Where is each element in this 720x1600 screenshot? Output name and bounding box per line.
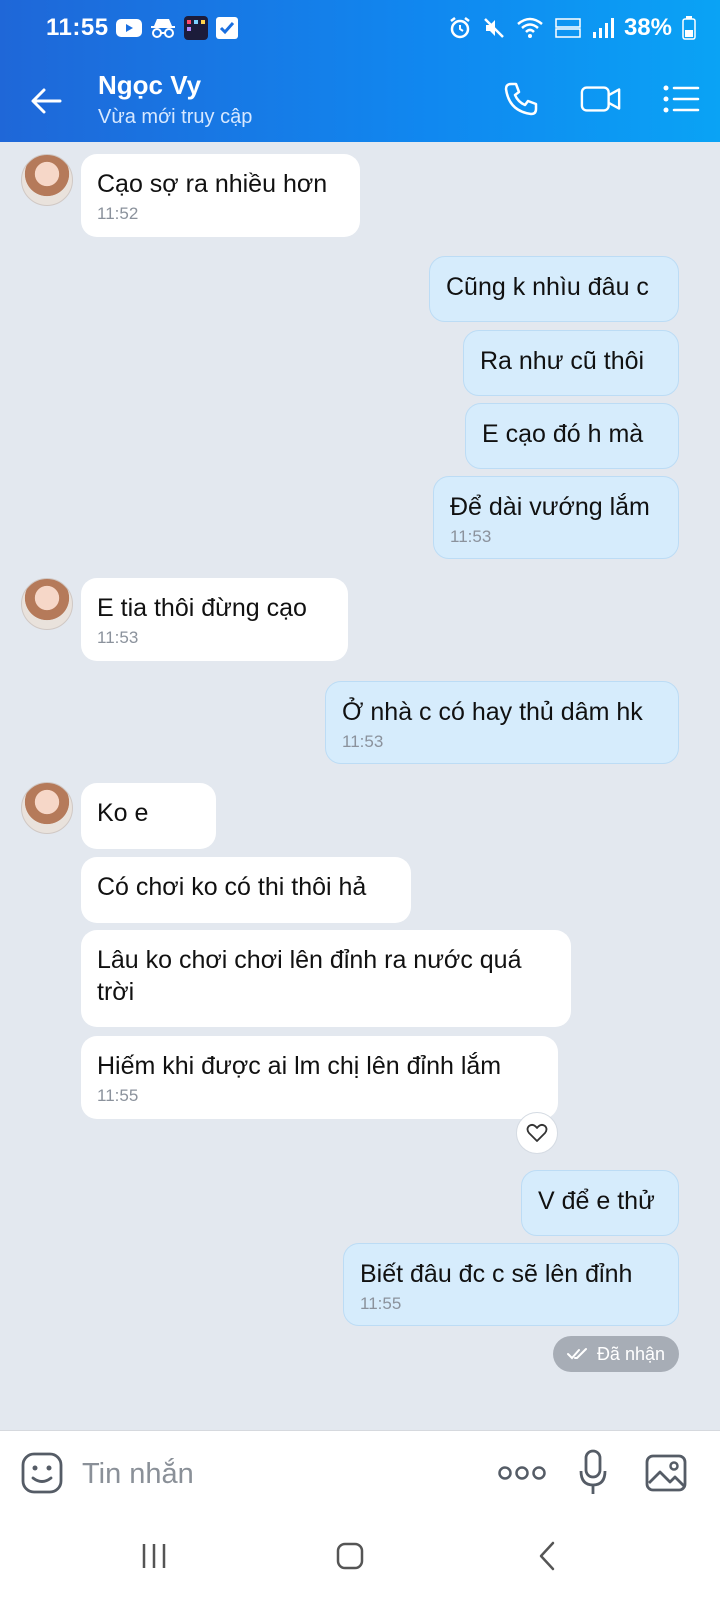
more-horizontal-icon <box>498 1466 546 1480</box>
checkbox-icon <box>216 17 238 39</box>
message-input[interactable] <box>80 1451 464 1497</box>
message-bubble[interactable]: Cũng k nhìu đâu c <box>429 256 679 322</box>
message-bubble[interactable]: Biết đâu đc c sẽ lên đỉnh 11:55 <box>343 1243 679 1326</box>
back-arrow-icon <box>31 88 62 114</box>
message-bubble[interactable]: E cạo đó h mà <box>465 403 679 469</box>
message-text: Để dài vướng lắm <box>450 493 650 521</box>
chat-menu-button[interactable] <box>660 78 702 120</box>
message-bubble[interactable]: E tia thôi đừng cạo 11:53 <box>81 578 348 661</box>
voice-message-button[interactable] <box>578 1449 608 1497</box>
react-button[interactable] <box>516 1112 558 1154</box>
sticker-button[interactable] <box>20 1451 64 1495</box>
message-bubble[interactable]: Cạo sợ ra nhiều hơn 11:52 <box>81 154 360 237</box>
home-icon <box>336 1542 364 1570</box>
message-time: 11:55 <box>360 1294 402 1313</box>
message-bubble[interactable]: Ko e <box>81 783 216 849</box>
recent-apps-button[interactable] <box>130 1536 178 1576</box>
volte-icon <box>555 18 581 38</box>
youtube-icon <box>116 19 142 37</box>
message-text: E cạo đó h mà <box>482 420 644 448</box>
contact-status: Vừa mới truy cập <box>98 106 253 128</box>
message-bubble[interactable]: Ra như cũ thôi <box>463 330 679 396</box>
avatar[interactable] <box>21 154 73 206</box>
message-composer <box>0 1430 720 1513</box>
message-text: Cũng k nhìu đâu c <box>446 273 649 301</box>
status-notification-icons <box>116 16 238 40</box>
system-navigation-bar <box>0 1512 720 1600</box>
status-time: 11:55 <box>46 14 109 41</box>
emoji-icon <box>21 1452 63 1494</box>
message-text: Cạo sợ ra nhiều hơn <box>97 170 328 198</box>
home-button[interactable] <box>326 1536 374 1576</box>
more-options-button[interactable] <box>497 1459 547 1487</box>
app-grid-icon <box>184 16 208 40</box>
chevron-left-icon <box>539 1541 555 1571</box>
message-text: E tia thôi đừng cạo <box>97 594 307 622</box>
mute-icon <box>484 18 504 38</box>
message-text: Lâu ko chơi chơi lên đỉnh ra nước quá tr… <box>97 946 529 1006</box>
message-time: 11:53 <box>450 527 492 546</box>
message-bubble[interactable]: Để dài vướng lắm 11:53 <box>433 476 679 559</box>
message-time: 11:55 <box>97 1086 139 1105</box>
delivery-status-badge: Đã nhận <box>552 1336 679 1372</box>
message-text: Có chơi ko có thi thôi hả <box>97 873 367 901</box>
system-back-button[interactable] <box>524 1536 572 1576</box>
battery-percentage: 38% <box>623 14 672 41</box>
voice-call-button[interactable] <box>500 78 542 120</box>
status-system-icons: 38% <box>448 14 696 42</box>
recent-apps-icon <box>142 1544 166 1568</box>
message-text: V để e thử <box>538 1187 655 1215</box>
battery-icon <box>682 16 696 40</box>
message-time: 11:53 <box>342 732 384 751</box>
back-button[interactable] <box>26 80 68 122</box>
double-check-icon <box>566 1348 587 1360</box>
phone-icon <box>504 82 538 116</box>
wifi-icon <box>517 17 543 38</box>
message-text: Biết đâu đc c sẽ lên đỉnh <box>360 1260 633 1288</box>
message-bubble[interactable]: Ở nhà c có hay thủ dâm hk 11:53 <box>325 681 679 764</box>
list-menu-icon <box>663 85 700 113</box>
message-text: Ở nhà c có hay thủ dâm hk <box>342 698 643 726</box>
incognito-icon <box>151 19 175 38</box>
video-camera-icon <box>580 86 621 112</box>
video-call-button[interactable] <box>580 78 622 120</box>
message-text: Ra như cũ thôi <box>480 347 645 375</box>
status-bar: 11:55 38% <box>0 0 720 58</box>
message-list[interactable]: Cạo sợ ra nhiều hơn 11:52 Cũng k nhìu đâ… <box>0 142 720 1430</box>
contact-name[interactable]: Ngọc Vy <box>98 70 201 101</box>
message-text: Hiếm khi được ai lm chị lên đỉnh lắm <box>97 1052 502 1080</box>
send-image-button[interactable] <box>644 1451 688 1495</box>
delivery-status-text: Đã nhận <box>596 1343 665 1364</box>
avatar[interactable] <box>21 782 73 834</box>
message-bubble[interactable]: Lâu ko chơi chơi lên đỉnh ra nước quá tr… <box>81 930 571 1027</box>
signal-icon <box>592 18 614 38</box>
header-actions <box>500 78 702 120</box>
message-bubble[interactable]: V để e thử <box>521 1170 679 1236</box>
avatar[interactable] <box>21 578 73 630</box>
message-bubble[interactable]: Có chơi ko có thi thôi hả <box>81 857 411 923</box>
image-icon <box>645 1454 687 1492</box>
chat-header: Ngọc Vy Vừa mới truy cập <box>0 58 720 142</box>
alarm-icon <box>450 17 470 39</box>
heart-icon <box>526 1123 548 1142</box>
microphone-icon <box>579 1449 607 1494</box>
message-text: Ko e <box>97 799 149 827</box>
message-time: 11:52 <box>97 204 139 223</box>
message-time: 11:53 <box>97 628 139 647</box>
message-bubble[interactable]: Hiếm khi được ai lm chị lên đỉnh lắm 11:… <box>81 1036 558 1119</box>
